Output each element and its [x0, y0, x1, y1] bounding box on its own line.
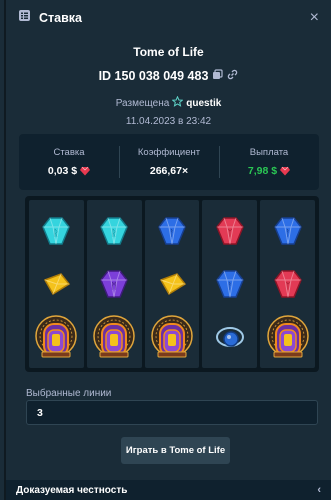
- bet-id-row: ID 150 038 049 483: [6, 69, 331, 83]
- svg-text:ᚱ: ᚱ: [54, 228, 59, 239]
- close-icon[interactable]: ×: [310, 10, 319, 26]
- purple-gem-icon: ᛗ: [92, 261, 136, 307]
- cyan-gem-icon: ᚱ: [34, 208, 78, 254]
- stat-payout-value-row: 7,98 $: [219, 165, 319, 177]
- reel-column-2: ᚱᛗ: [86, 200, 142, 368]
- reel-column-1: ᚱ: [29, 200, 84, 368]
- bet-details-modal: Ставка × Tome of Life ID 150 038 049 483…: [6, 0, 331, 500]
- provably-fair-bar[interactable]: Доказуемая честность ‹: [6, 480, 331, 500]
- modal-title: Ставка: [39, 11, 82, 25]
- star-badge-icon: [171, 95, 184, 110]
- cyan-gem-icon: ᚱ: [92, 208, 136, 254]
- bet-date: 11.04.2023 в 23:42: [125, 116, 212, 127]
- red-gem-icon: ᛉ: [208, 208, 252, 254]
- stat-bet: Ставка 0,03 $: [19, 134, 119, 190]
- username-link[interactable]: questik: [186, 98, 221, 109]
- stat-multiplier-label: Коэффициент: [137, 147, 201, 158]
- tome-door-icon: [34, 314, 78, 360]
- svg-text:ᛉ: ᛉ: [227, 228, 232, 239]
- reel-column-3: ᚨ: [144, 200, 200, 368]
- background-page-edge: [0, 0, 4, 500]
- provably-fair-label: Доказуемая честность: [16, 484, 128, 496]
- stat-payout-label: Выплата: [249, 147, 289, 158]
- red-gem-icon: ᛉ: [266, 261, 310, 307]
- reel-column-5: ᚨᛉ: [260, 200, 315, 368]
- gold-gem-icon: [34, 261, 78, 307]
- stat-payout-value: 7,98 $: [247, 165, 278, 177]
- reel-column-4: ᛉᚨ: [202, 200, 258, 368]
- link-icon[interactable]: [227, 69, 238, 83]
- selected-lines-label: Выбранные линии: [26, 388, 112, 399]
- svg-text:ᛉ: ᛉ: [285, 281, 290, 292]
- placed-by-row: Размещена questik: [6, 95, 331, 110]
- blue-gem-icon: ᚨ: [266, 208, 310, 254]
- bet-id-text: ID 150 038 049 483: [98, 69, 209, 83]
- currency-gem-icon: [280, 166, 291, 176]
- stat-multiplier: Коэффициент 266,67×: [119, 134, 219, 190]
- stat-bet-value: 0,03 $: [47, 165, 78, 177]
- placed-label: Размещена: [115, 97, 170, 109]
- blue-amulet-icon: [208, 314, 252, 360]
- tome-door-icon: [92, 314, 136, 360]
- play-game-button[interactable]: Играть в Tome of Life: [121, 437, 230, 464]
- currency-gem-icon: [80, 166, 91, 176]
- svg-text:ᚨ: ᚨ: [285, 228, 290, 239]
- selected-lines-field[interactable]: 3: [26, 400, 318, 425]
- stat-payout: Выплата 7,98 $: [219, 134, 319, 190]
- stat-bet-label: Ставка: [53, 147, 85, 158]
- tome-door-icon: [266, 314, 310, 360]
- bet-ticket-icon: [18, 9, 31, 27]
- modal-header: Ставка ×: [6, 0, 331, 36]
- blue-gem-icon: ᚨ: [208, 261, 252, 307]
- slot-reels: ᚱᚱᛗᚨᛉᚨᚨᛉ: [25, 196, 319, 372]
- svg-text:ᛗ: ᛗ: [111, 281, 116, 292]
- tome-door-icon: [150, 314, 194, 360]
- gold-gem-icon: [150, 261, 194, 307]
- copy-icon[interactable]: [212, 69, 224, 83]
- blue-gem-icon: ᚨ: [150, 208, 194, 254]
- bet-stats-panel: Ставка 0,03 $ Коэффициент 266,67× Выплат…: [19, 134, 319, 190]
- chevron-icon: ‹: [317, 484, 321, 496]
- svg-text:ᚱ: ᚱ: [111, 228, 116, 239]
- stat-multiplier-value: 266,67×: [149, 165, 189, 177]
- svg-text:ᚨ: ᚨ: [169, 228, 174, 239]
- game-name[interactable]: Tome of Life: [6, 45, 331, 59]
- svg-text:ᚨ: ᚨ: [227, 281, 232, 292]
- stat-bet-value-row: 0,03 $: [19, 165, 119, 177]
